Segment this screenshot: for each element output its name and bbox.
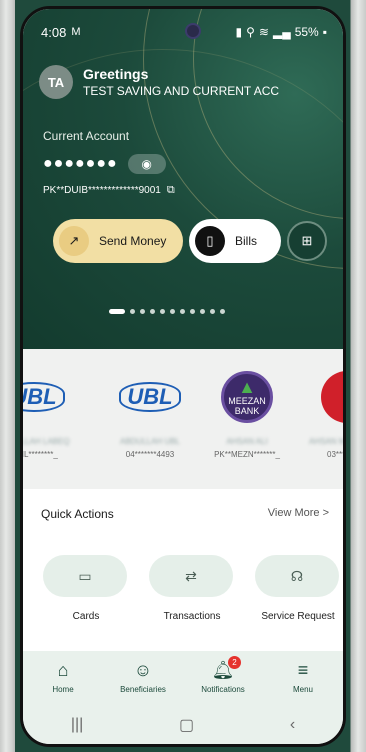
- quick-actions-title: Quick Actions: [41, 507, 114, 521]
- beneficiary-account: PK**MEZN*******_: [214, 450, 280, 459]
- pager-dot[interactable]: [170, 309, 175, 314]
- account-holder-name: TEST SAVING AND CURRENT ACC: [83, 84, 280, 98]
- quick-action-label: Service Request: [261, 611, 335, 622]
- beneficiary-card[interactable]: UBL ABDULLAH UBL 04*******4493: [109, 369, 191, 459]
- account-hero: 4:08 M ▮ ⚲ ≋ ▂▄ 55% ▪ TA Greetings TEST …: [23, 9, 343, 349]
- headset-icon: ☊: [290, 567, 304, 584]
- beneficiary-card[interactable]: ▲ MEEZAN BANK AHSAN ALI PK**MEZN*******_: [199, 369, 295, 459]
- avatar[interactable]: TA: [39, 65, 73, 99]
- pager-dot[interactable]: [160, 309, 165, 314]
- ubl-logo: UBL: [119, 382, 181, 412]
- tab-notifications[interactable]: 🔔︎ 2 Notifications: [188, 656, 258, 694]
- system-nav-bar: ||| ▢ ‹: [23, 703, 343, 744]
- bills-button[interactable]: ▯ Bills: [189, 219, 281, 263]
- arrow-up-right-icon: ↗: [59, 226, 89, 256]
- show-balance-button[interactable]: ◉: [127, 154, 166, 174]
- menu-icon: ≡: [297, 660, 309, 680]
- masked-balance: ●●●●●●●: [43, 155, 118, 172]
- location-icon: ⚲: [246, 25, 255, 39]
- greeting-block: TA Greetings TEST SAVING AND CURRENT ACC: [39, 65, 279, 99]
- camera-cutout: [185, 23, 201, 39]
- copy-icon[interactable]: ⧉: [167, 184, 175, 197]
- qr-scan-button[interactable]: ⊞: [287, 221, 327, 261]
- beneficiary-name: AHSAN M: [309, 437, 346, 446]
- home-icon: ⌂: [57, 660, 69, 680]
- pager-dot[interactable]: [150, 309, 155, 314]
- beneficiary-name: ABDULLAH LABEQ: [20, 437, 70, 446]
- recent-apps-button[interactable]: |||: [71, 716, 83, 734]
- quick-actions-section: Quick Actions View More > ▭ Cards ⇄ Tran…: [23, 489, 343, 651]
- beneficiary-account: UNIL********_: [21, 450, 58, 459]
- mail-icon: M: [71, 26, 81, 38]
- qr-icon: ⊞: [301, 233, 313, 248]
- quick-action-service-request[interactable]: ☊ Service Request: [255, 555, 341, 622]
- tab-home[interactable]: ⌂ Home: [28, 660, 98, 694]
- quick-action-label: Cards: [72, 611, 100, 622]
- tab-beneficiaries[interactable]: ☺ Beneficiaries: [108, 660, 178, 694]
- card-icon: ▭: [78, 567, 92, 584]
- quick-action-label: Transactions: [163, 611, 221, 622]
- meezan-bank-logo: ▲ MEEZAN BANK: [221, 371, 273, 423]
- beneficiaries-carousel: UBL ABDULLAH LABEQ UNIL********_ UBL ABD…: [23, 349, 343, 489]
- pager-dot[interactable]: [140, 309, 145, 314]
- status-time: 4:08: [41, 24, 67, 40]
- carousel-pager: [109, 309, 225, 314]
- bottom-tab-bar: ⌂ Home ☺ Beneficiaries 🔔︎ 2 Notification…: [23, 651, 343, 703]
- battery-text: 55%: [294, 25, 319, 39]
- pager-dot[interactable]: [109, 309, 125, 314]
- bills-label: Bills: [235, 234, 258, 248]
- pager-dot[interactable]: [130, 309, 135, 314]
- pager-dot[interactable]: [180, 309, 185, 314]
- pager-dot[interactable]: [210, 309, 215, 314]
- send-money-label: Send Money: [99, 234, 167, 248]
- quick-action-cards[interactable]: ▭ Cards: [43, 555, 129, 622]
- bank-logo-red: [321, 371, 343, 423]
- battery-saver-icon: ▮: [235, 25, 243, 39]
- pager-dot[interactable]: [190, 309, 195, 314]
- signal-icon: ▂▄: [272, 25, 291, 39]
- device-frame-right: [346, 0, 366, 752]
- document-icon: ▯: [195, 226, 225, 256]
- account-number-row: PK**DUIB*************9001 ⧉: [43, 184, 175, 197]
- transfer-icon: ⇄: [185, 567, 197, 584]
- account-number: PK**DUIB*************9001: [43, 185, 161, 196]
- account-type-label: Current Account: [43, 129, 130, 143]
- tab-menu[interactable]: ≡ Menu: [268, 660, 338, 694]
- eye-icon: ◉: [141, 157, 152, 171]
- back-button[interactable]: ‹: [290, 716, 295, 734]
- view-more-link[interactable]: View More >: [268, 507, 329, 519]
- phone-screen: 4:08 M ▮ ⚲ ≋ ▂▄ 55% ▪ TA Greetings TEST …: [20, 6, 346, 747]
- pager-dot[interactable]: [220, 309, 225, 314]
- beneficiary-name: AHSAN ALI: [226, 437, 268, 446]
- quick-buttons: ↗ Send Money ▯ Bills ⊞: [53, 219, 327, 263]
- beneficiary-card[interactable]: AHSAN M 03****: [309, 369, 346, 459]
- balance-row: ●●●●●●● ◉: [43, 154, 166, 174]
- quick-action-transactions[interactable]: ⇄ Transactions: [149, 555, 235, 622]
- beneficiary-account: 04*******4493: [125, 450, 175, 459]
- pager-dot[interactable]: [200, 309, 205, 314]
- lock-icon: ▪: [322, 25, 327, 39]
- wifi-icon: ≋: [258, 25, 269, 39]
- home-button[interactable]: ▢: [179, 715, 194, 735]
- status-bar: 4:08 M ▮ ⚲ ≋ ▂▄ 55% ▪: [41, 23, 327, 41]
- ubl-logo: UBL: [23, 382, 65, 412]
- people-icon: ☺: [133, 660, 153, 680]
- beneficiary-card[interactable]: UBL ABDULLAH LABEQ UNIL********_: [20, 369, 75, 459]
- send-money-button[interactable]: ↗ Send Money: [53, 219, 183, 263]
- beneficiary-account: 03****: [327, 450, 346, 459]
- notification-badge: 2: [228, 656, 241, 669]
- greeting-title: Greetings: [83, 66, 149, 82]
- beneficiary-name: ABDULLAH UBL: [119, 437, 181, 446]
